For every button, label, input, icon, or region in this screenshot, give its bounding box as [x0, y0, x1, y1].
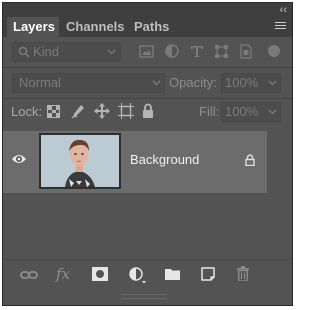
delete-layer-icon[interactable] — [237, 266, 249, 281]
fill-field[interactable]: 100% — [221, 102, 281, 122]
layer-style-icon[interactable]: fx — [56, 265, 70, 283]
lock-artboard-icon[interactable] — [118, 103, 134, 119]
blend-row: Normal Opacity: 100% — [3, 68, 292, 98]
chevron-down-icon — [268, 80, 277, 86]
panel-resize-grip[interactable] — [121, 294, 167, 299]
lock-position-icon[interactable] — [94, 103, 110, 119]
fill-label: Fill: — [199, 104, 220, 119]
lock-label: Lock: — [11, 104, 43, 119]
layer-name[interactable]: Background — [130, 152, 199, 167]
chevron-down-icon — [268, 109, 277, 115]
panel-menu-icon[interactable] — [275, 22, 286, 31]
add-mask-icon[interactable] — [92, 267, 108, 281]
fill-value: 100% — [225, 104, 259, 119]
opacity-value: 100% — [225, 75, 259, 90]
visibility-eye-icon[interactable] — [11, 153, 27, 165]
filter-toggle-icon[interactable] — [268, 45, 280, 57]
lock-row: Lock: Fill: 100% — [3, 99, 292, 125]
smart-object-filter-icon[interactable] — [239, 44, 253, 59]
tab-layers[interactable]: Layers — [7, 17, 59, 37]
opacity-label: Opacity: — [169, 75, 217, 90]
portrait-thumbnail-image — [41, 135, 119, 187]
lock-transparent-pixels-icon[interactable] — [47, 105, 60, 118]
tab-paths[interactable]: Paths — [128, 17, 173, 37]
new-layer-icon[interactable] — [201, 267, 215, 281]
type-filter-icon[interactable] — [190, 44, 204, 58]
tab-channels[interactable]: Channels — [60, 17, 126, 37]
layer-thumbnail-frame[interactable] — [39, 133, 121, 189]
image-filter-icon[interactable] — [139, 45, 154, 58]
filter-row: Kind — [3, 37, 292, 67]
layers-bottom-toolbar: fx — [3, 259, 292, 294]
layers-panel: ‹‹ Layers Channels Paths Kind Normal Opa… — [2, 2, 293, 306]
blend-mode-select[interactable]: Normal — [12, 73, 165, 93]
new-group-icon[interactable] — [165, 268, 180, 280]
new-adjustment-layer-icon[interactable] — [129, 267, 147, 284]
blend-mode-value: Normal — [19, 75, 61, 90]
panel-tab-bar: Layers Channels Paths — [3, 17, 292, 37]
adjustment-filter-icon[interactable] — [165, 44, 179, 58]
layers-scrollbar[interactable] — [271, 125, 292, 259]
collapse-panel-icon[interactable]: ‹‹ — [280, 3, 287, 17]
panel-top-strip: ‹‹ — [3, 3, 292, 17]
chevron-down-icon — [107, 49, 116, 55]
layer-thumbnail — [41, 135, 119, 187]
lock-all-icon[interactable] — [142, 103, 154, 118]
shape-filter-icon[interactable] — [214, 44, 229, 59]
layers-list: Background — [3, 125, 292, 259]
lock-image-pixels-icon[interactable] — [71, 104, 85, 119]
search-icon — [18, 46, 30, 58]
opacity-field[interactable]: 100% — [221, 73, 281, 93]
link-layers-icon[interactable] — [20, 269, 38, 281]
layer-row[interactable]: Background — [3, 131, 267, 193]
layer-lock-icon[interactable] — [245, 154, 255, 166]
kind-filter-label: Kind — [33, 44, 60, 59]
chevron-down-icon — [152, 80, 161, 86]
kind-filter-select[interactable]: Kind — [12, 42, 121, 62]
